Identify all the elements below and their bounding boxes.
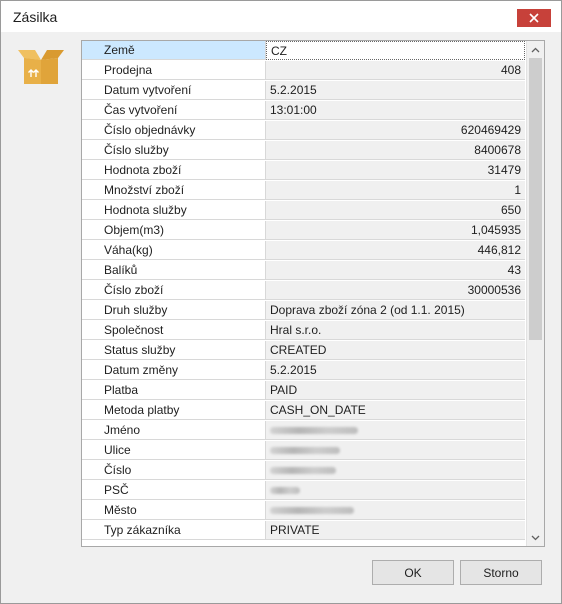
- property-label: Status služby: [82, 341, 266, 360]
- dialog-window: Zásilka Země CZ Prodejna 408 Datum vytvoření…: [0, 0, 562, 604]
- scroll-up-button[interactable]: [527, 41, 544, 58]
- property-value[interactable]: 43: [266, 261, 525, 280]
- property-row[interactable]: Hodnota služby 650: [82, 201, 525, 221]
- property-value[interactable]: 1,045935: [266, 221, 525, 240]
- property-value[interactable]: PRIVATE: [266, 521, 525, 540]
- property-value[interactable]: 13:01:00: [266, 101, 525, 120]
- property-value[interactable]: PAID: [266, 381, 525, 400]
- property-label: Datum změny: [82, 361, 266, 380]
- property-value[interactable]: 8400678: [266, 141, 525, 160]
- scrollbar-thumb[interactable]: [529, 58, 542, 340]
- property-label: Balíků: [82, 261, 266, 280]
- property-value[interactable]: 1: [266, 181, 525, 200]
- vertical-scrollbar[interactable]: [526, 41, 544, 546]
- property-value[interactable]: 650: [266, 201, 525, 220]
- property-label: Číslo: [82, 461, 266, 480]
- property-row[interactable]: Ulice: [82, 441, 525, 461]
- property-value[interactable]: CREATED: [266, 341, 525, 360]
- property-label: Země: [82, 41, 266, 60]
- property-row[interactable]: Druh služby Doprava zboží zóna 2 (od 1.1.…: [82, 301, 525, 321]
- redacted-value: [270, 487, 300, 494]
- property-label: Hodnota zboží: [82, 161, 266, 180]
- property-value[interactable]: 30000536: [266, 281, 525, 300]
- property-row[interactable]: Země CZ: [82, 41, 525, 61]
- property-label: Číslo objednávky: [82, 121, 266, 140]
- property-row[interactable]: Čas vytvoření 13:01:00: [82, 101, 525, 121]
- property-row[interactable]: Typ zákazníka PRIVATE: [82, 521, 525, 541]
- property-row[interactable]: Datum změny 5.2.2015: [82, 361, 525, 381]
- storno-button[interactable]: Storno: [460, 560, 542, 585]
- property-label: Čas vytvoření: [82, 101, 266, 120]
- property-label: Jméno: [82, 421, 266, 440]
- property-row[interactable]: Hodnota zboží 31479: [82, 161, 525, 181]
- property-row[interactable]: Společnost Hral s.r.o.: [82, 321, 525, 341]
- property-label: Číslo služby: [82, 141, 266, 160]
- redacted-value: [270, 467, 336, 474]
- property-row[interactable]: Číslo služby 8400678: [82, 141, 525, 161]
- property-label: Datum vytvoření: [82, 81, 266, 100]
- redacted-value: [270, 427, 358, 434]
- property-label: Prodejna: [82, 61, 266, 80]
- property-value[interactable]: [266, 461, 525, 480]
- property-label: Město: [82, 501, 266, 520]
- property-label: Metoda platby: [82, 401, 266, 420]
- property-row[interactable]: Platba PAID: [82, 381, 525, 401]
- property-label: Platba: [82, 381, 266, 400]
- property-value[interactable]: CASH_ON_DATE: [266, 401, 525, 420]
- property-row[interactable]: Váha(kg) 446,812: [82, 241, 525, 261]
- property-row[interactable]: Město: [82, 501, 525, 521]
- property-value[interactable]: 5.2.2015: [266, 361, 525, 380]
- close-button[interactable]: [517, 9, 551, 27]
- ok-button[interactable]: OK: [372, 560, 454, 585]
- property-label: Objem(m3): [82, 221, 266, 240]
- chevron-up-icon: [531, 47, 540, 52]
- property-label: Druh služby: [82, 301, 266, 320]
- property-value[interactable]: 408: [266, 61, 525, 80]
- property-row[interactable]: PSČ: [82, 481, 525, 501]
- property-label: Množství zboží: [82, 181, 266, 200]
- property-row[interactable]: Balíků 43: [82, 261, 525, 281]
- property-label: Společnost: [82, 321, 266, 340]
- property-value[interactable]: Doprava zboží zóna 2 (od 1.1. 2015): [266, 301, 525, 320]
- property-row[interactable]: Status služby CREATED: [82, 341, 525, 361]
- property-row[interactable]: Jméno: [82, 421, 525, 441]
- property-label: Ulice: [82, 441, 266, 460]
- property-row[interactable]: Číslo objednávky 620469429: [82, 121, 525, 141]
- property-row[interactable]: Prodejna 408: [82, 61, 525, 81]
- property-value[interactable]: Hral s.r.o.: [266, 321, 525, 340]
- redacted-value: [270, 507, 354, 514]
- property-row[interactable]: Číslo zboží 30000536: [82, 281, 525, 301]
- property-value[interactable]: [266, 421, 525, 440]
- property-label: Číslo zboží: [82, 281, 266, 300]
- property-row[interactable]: Datum vytvoření 5.2.2015: [82, 81, 525, 101]
- property-value[interactable]: [266, 481, 525, 500]
- property-value[interactable]: [266, 441, 525, 460]
- property-value[interactable]: 5.2.2015: [266, 81, 525, 100]
- scroll-down-button[interactable]: [527, 529, 544, 546]
- property-label: PSČ: [82, 481, 266, 500]
- property-value[interactable]: 446,812: [266, 241, 525, 260]
- redacted-value: [270, 447, 340, 454]
- property-value[interactable]: 31479: [266, 161, 525, 180]
- property-rows: Země CZ Prodejna 408 Datum vytvoření 5.2.2015…: [82, 41, 525, 541]
- property-label: Hodnota služby: [82, 201, 266, 220]
- property-value[interactable]: CZ: [266, 41, 525, 60]
- property-row[interactable]: Číslo: [82, 461, 525, 481]
- property-label: Typ zákazníka: [82, 521, 266, 540]
- property-row[interactable]: Objem(m3) 1,045935: [82, 221, 525, 241]
- window-title: Zásilka: [13, 9, 58, 25]
- title-bar[interactable]: Zásilka: [1, 1, 561, 32]
- chevron-down-icon: [531, 535, 540, 540]
- property-row[interactable]: Množství zboží 1: [82, 181, 525, 201]
- property-row[interactable]: Metoda platby CASH_ON_DATE: [82, 401, 525, 421]
- close-icon: [529, 13, 539, 23]
- property-label: Váha(kg): [82, 241, 266, 260]
- open-box-icon: [18, 50, 64, 84]
- property-value[interactable]: [266, 501, 525, 520]
- property-value[interactable]: 620469429: [266, 121, 525, 140]
- property-grid[interactable]: Země CZ Prodejna 408 Datum vytvoření 5.2.2015…: [81, 40, 545, 547]
